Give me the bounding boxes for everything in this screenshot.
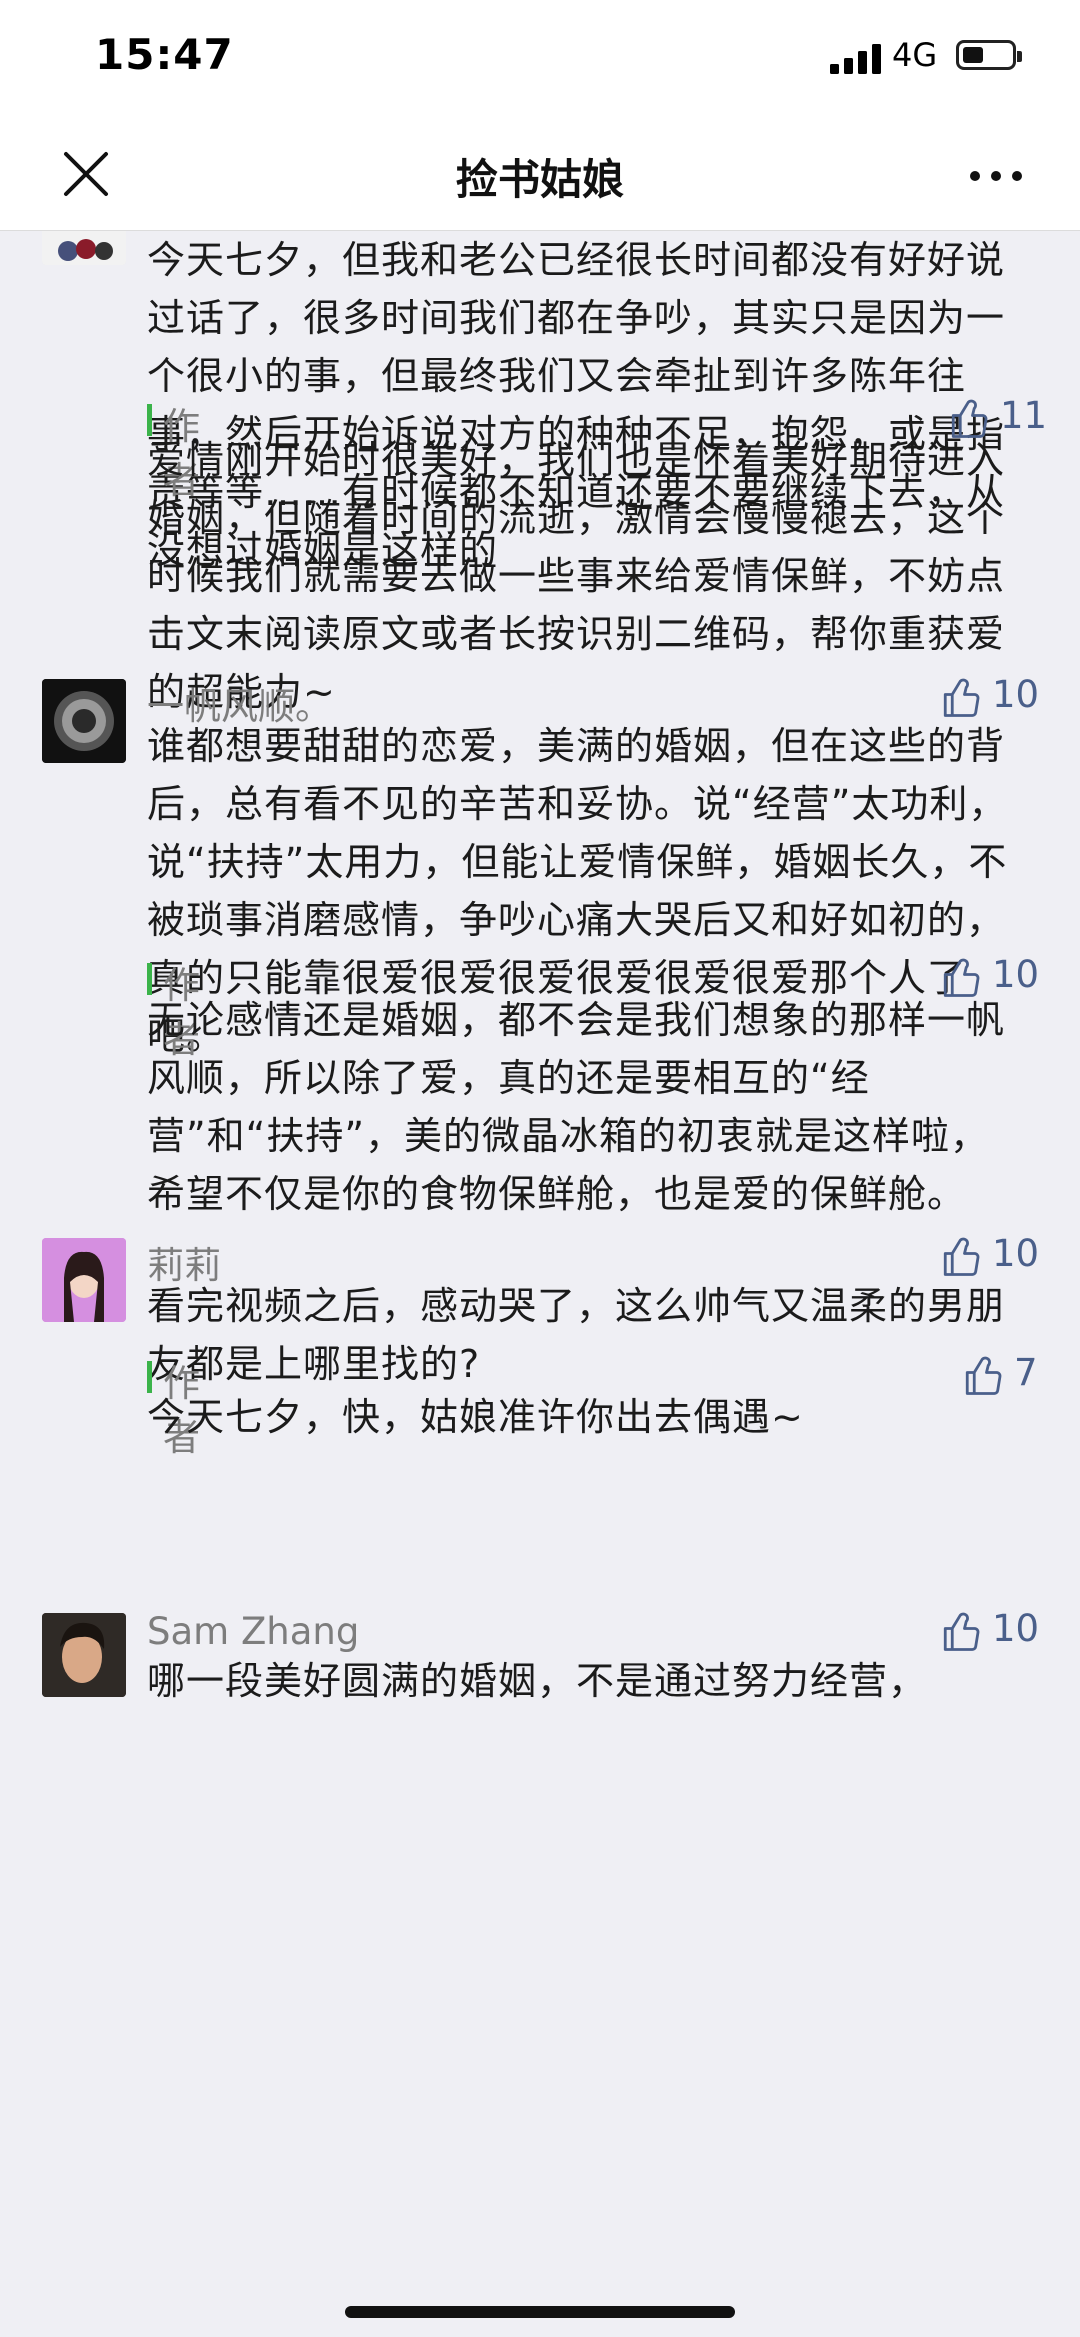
status-bar: 15:47 4G (0, 0, 1080, 120)
avatar[interactable] (42, 1613, 126, 1697)
comment-text: 看完视频之后，感动哭了，这么帅气又温柔的男朋友都是上哪里找的? (147, 1284, 1006, 1386)
status-time: 15:47 (95, 30, 234, 79)
avatar[interactable] (42, 231, 126, 265)
home-indicator[interactable] (345, 2306, 735, 2318)
like-count: 10 (992, 673, 1040, 716)
avatar[interactable] (42, 1238, 126, 1322)
comment-text: 哪一段美好圆满的婚姻，不是通过努力经营， (147, 1659, 928, 1703)
battery-icon (956, 40, 1022, 70)
thumbs-up-icon (943, 1237, 980, 1276)
comment-list: 今天七夕，但我和老公已经很长时间都没有好好说过话了，很多时间我们都在争吵，其实只… (0, 231, 1080, 2337)
like-count: 10 (992, 1607, 1040, 1650)
like-count: 10 (992, 953, 1040, 996)
signal-icon (830, 44, 881, 74)
thumbs-up-icon (943, 1612, 980, 1651)
reply-text: 无论感情还是婚姻，都不会是我们想象的那样一帆风顺，所以除了爱，真的还是要相互的“… (147, 998, 1006, 1216)
avatar[interactable] (42, 679, 126, 763)
reply-text: 今天七夕，快，姑娘准许你出去偶遇~ (147, 1395, 804, 1439)
more-icon[interactable] (966, 166, 1026, 186)
like-count: 10 (992, 1232, 1040, 1275)
thumbs-up-icon (943, 678, 980, 717)
network-type: 4G (892, 36, 938, 74)
nav-bar: 捡书姑娘 (0, 120, 1080, 231)
comment-username[interactable]: Sam Zhang (147, 1610, 359, 1653)
page-title: 捡书姑娘 (455, 155, 624, 204)
